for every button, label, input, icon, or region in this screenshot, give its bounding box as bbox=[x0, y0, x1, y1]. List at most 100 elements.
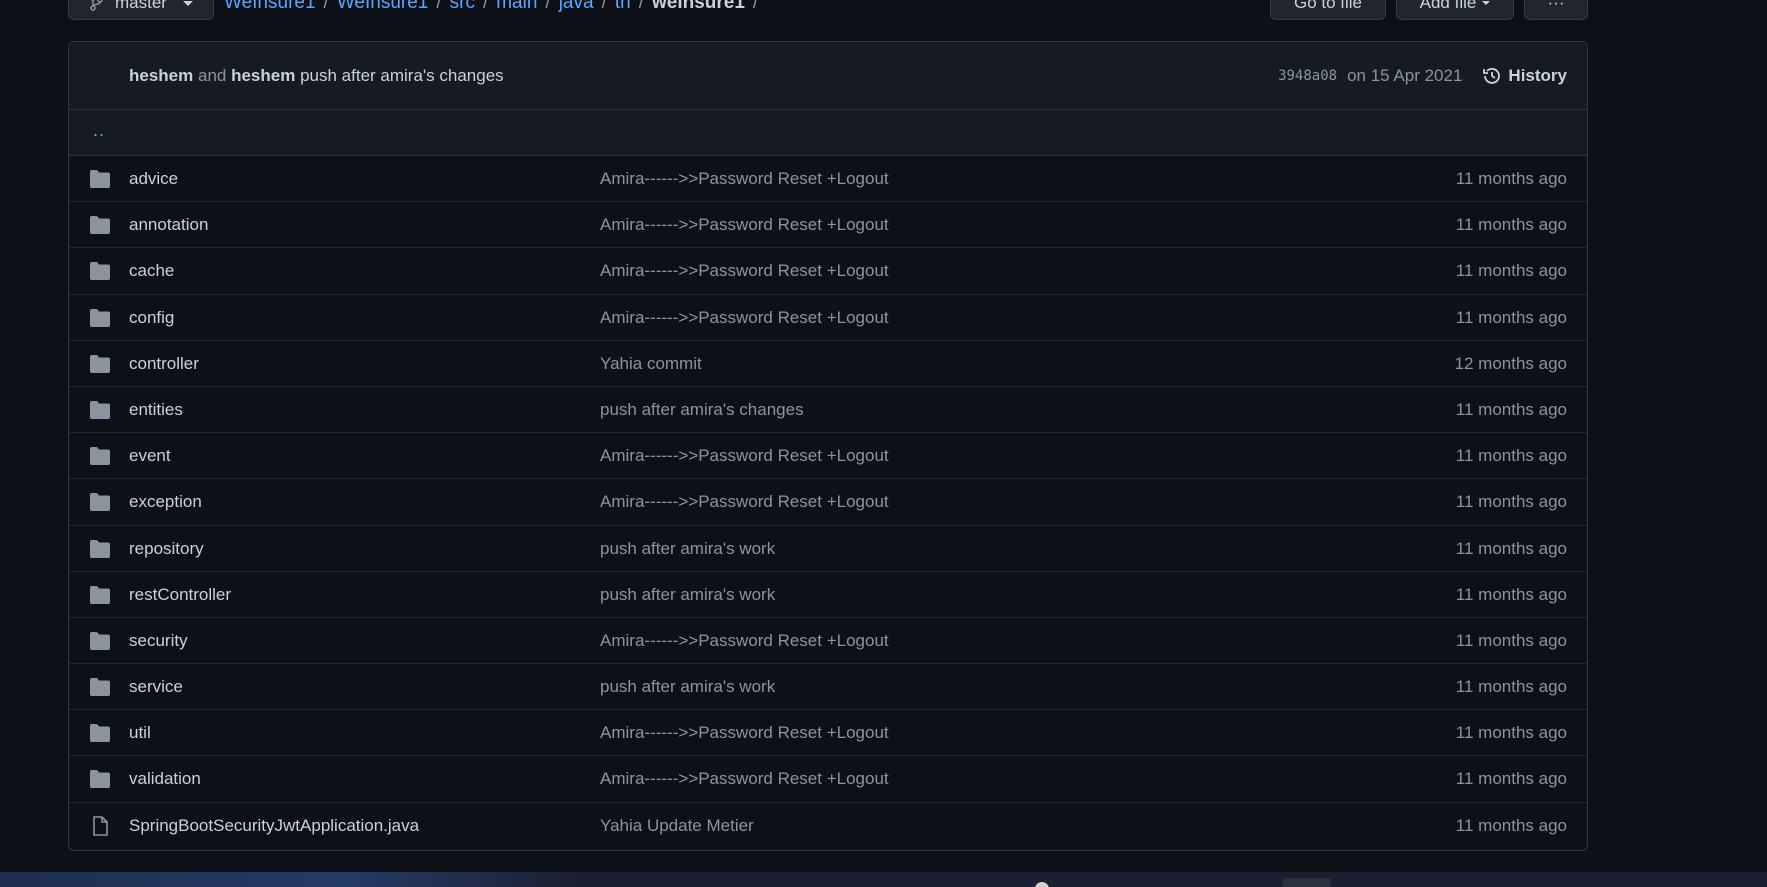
file-row[interactable]: advice Amira------>>Password Reset +Logou… bbox=[69, 156, 1587, 203]
chevron-down-icon bbox=[1482, 1, 1491, 5]
commit-message-link[interactable]: push after amira's changes bbox=[600, 400, 804, 420]
file-name-link[interactable]: validation bbox=[129, 769, 201, 789]
commit-author[interactable]: heshem bbox=[231, 66, 295, 85]
file-name-link[interactable]: service bbox=[129, 677, 183, 697]
commit-age: 11 months ago bbox=[1455, 815, 1567, 835]
file-row[interactable]: exception Amira------>>Password Reset +Lo… bbox=[69, 479, 1587, 526]
commit-age: 11 months ago bbox=[1455, 538, 1567, 558]
file-name-link[interactable]: annotation bbox=[129, 215, 208, 235]
file-row[interactable]: util Amira------>>Password Reset +Logout 1… bbox=[69, 710, 1587, 757]
breadcrumb-separator: / bbox=[482, 0, 489, 13]
commit-message-link[interactable]: push after amira's work bbox=[600, 585, 775, 605]
file-name-link[interactable]: exception bbox=[129, 492, 202, 512]
file-name-link[interactable]: cache bbox=[129, 261, 174, 281]
file-name-link[interactable]: entities bbox=[129, 400, 183, 420]
folder-icon bbox=[89, 261, 111, 281]
history-icon bbox=[1483, 68, 1501, 84]
commit-message-link[interactable]: Amira------>>Password Reset +Logout bbox=[600, 215, 889, 235]
file-name-link[interactable]: repository bbox=[129, 539, 204, 559]
file-row[interactable]: service push after amira's work 11 months … bbox=[69, 664, 1587, 711]
commit-message-link[interactable]: Yahia commit bbox=[600, 354, 702, 374]
add-file-button[interactable]: Add file bbox=[1396, 0, 1514, 20]
file-row[interactable]: validation Amira------>>Password Reset +L… bbox=[69, 756, 1587, 803]
repo-toolbar: master WeInsure1 / WeInsure1 / src / main / … bbox=[68, 0, 1588, 22]
taskbar-strip bbox=[0, 872, 1767, 887]
breadcrumb-item[interactable]: tn bbox=[615, 0, 631, 14]
breadcrumb-separator: / bbox=[545, 0, 551, 13]
breadcrumb-item[interactable]: java bbox=[559, 0, 594, 14]
taskbar-app-icon[interactable] bbox=[1035, 882, 1049, 887]
commit-message-link[interactable]: Amira------>>Password Reset +Logout bbox=[600, 492, 889, 512]
commit-age: 11 months ago bbox=[1455, 399, 1567, 419]
commit-message-link[interactable]: push after amira's work bbox=[600, 677, 775, 697]
commit-message-link[interactable]: push after amira's work bbox=[600, 539, 775, 559]
file-row[interactable]: entities push after amira's changes 11 mon… bbox=[69, 386, 1587, 434]
file-row[interactable]: event Amira------>>Password Reset +Logout… bbox=[69, 433, 1587, 480]
go-to-file-button[interactable]: Go to file bbox=[1270, 0, 1386, 20]
folder-icon bbox=[89, 585, 111, 605]
folder-icon bbox=[89, 400, 111, 420]
kebab-horizontal-icon: ··· bbox=[1547, 0, 1565, 12]
file-icon bbox=[89, 815, 111, 836]
file-name-link[interactable]: event bbox=[129, 446, 171, 466]
commit-meta: 3948a08 on 15 Apr 2021 History bbox=[1278, 66, 1567, 86]
commit-message-link[interactable]: Amira------>>Password Reset +Logout bbox=[600, 308, 889, 328]
file-row[interactable]: annotation Amira------>>Password Reset +L… bbox=[69, 202, 1587, 249]
folder-icon bbox=[89, 215, 111, 235]
file-name-link[interactable]: restController bbox=[129, 585, 231, 605]
commit-message-link[interactable]: Amira------>>Password Reset +Logout bbox=[600, 169, 889, 189]
commit-message-link[interactable]: Amira------>>Password Reset +Logout bbox=[600, 631, 889, 651]
breadcrumb-item[interactable]: WeInsure1 bbox=[224, 0, 316, 14]
branch-select-button[interactable]: master bbox=[68, 0, 214, 20]
commit-message-link[interactable]: Amira------>>Password Reset +Logout bbox=[600, 723, 889, 743]
breadcrumb-separator: / bbox=[323, 0, 329, 13]
commit-author[interactable]: heshem bbox=[129, 66, 193, 85]
commit-sha[interactable]: 3948a08 bbox=[1278, 68, 1337, 84]
file-row[interactable]: cache Amira------>>Password Reset +Logout… bbox=[69, 248, 1587, 295]
file-row[interactable]: restController push after amira's work 11 … bbox=[69, 571, 1587, 618]
folder-icon bbox=[89, 677, 111, 697]
file-list: advice Amira------>>Password Reset +Logou… bbox=[69, 156, 1587, 849]
commit-age: 11 months ago bbox=[1455, 492, 1567, 512]
file-name-link[interactable]: util bbox=[129, 723, 151, 743]
parent-directory-link[interactable]: .. bbox=[93, 120, 105, 141]
commit-message[interactable]: push after amira's changes bbox=[300, 66, 504, 85]
file-row[interactable]: SpringBootSecurityJwtApplication.java Yah… bbox=[69, 802, 1587, 849]
folder-icon bbox=[89, 492, 111, 512]
branch-label: master bbox=[115, 0, 167, 12]
commit-message-link[interactable]: Yahia Update Metier bbox=[600, 816, 754, 836]
file-row[interactable]: security Amira------>>Password Reset +Log… bbox=[69, 617, 1587, 665]
breadcrumb-item[interactable]: WeInsure1 bbox=[337, 0, 429, 14]
parent-directory-row[interactable]: .. bbox=[69, 110, 1587, 156]
breadcrumb-item[interactable]: main bbox=[496, 0, 537, 14]
breadcrumb-separator: / bbox=[436, 0, 442, 13]
file-row[interactable]: controller Yahia commit 12 months ago bbox=[69, 340, 1587, 387]
latest-commit-bar: heshem and heshem push after amira's cha… bbox=[69, 42, 1587, 110]
file-row[interactable]: config Amira------>>Password Reset +Logou… bbox=[69, 294, 1587, 341]
commit-age: 11 months ago bbox=[1455, 215, 1567, 235]
commit-message-link[interactable]: Amira------>>Password Reset +Logout bbox=[600, 769, 889, 789]
breadcrumb-separator: / bbox=[601, 0, 607, 13]
breadcrumb-separator: / bbox=[638, 0, 644, 13]
file-row[interactable]: repository push after amira's work 11 mont… bbox=[69, 525, 1587, 572]
file-name-link[interactable]: SpringBootSecurityJwtApplication.java bbox=[129, 816, 419, 836]
folder-icon bbox=[89, 446, 111, 466]
folder-icon bbox=[89, 631, 111, 651]
commit-age: 11 months ago bbox=[1455, 723, 1567, 743]
taskbar-app-icon[interactable] bbox=[1283, 878, 1331, 887]
folder-icon bbox=[89, 769, 111, 789]
breadcrumb-current: weinsure1 bbox=[651, 0, 745, 13]
commit-message-link[interactable]: Amira------>>Password Reset +Logout bbox=[600, 261, 889, 281]
file-name-link[interactable]: config bbox=[129, 308, 174, 328]
file-name-link[interactable]: advice bbox=[129, 169, 178, 189]
file-name-link[interactable]: security bbox=[129, 631, 188, 651]
file-name-link[interactable]: controller bbox=[129, 354, 199, 374]
more-options-button[interactable]: ··· bbox=[1524, 0, 1588, 20]
chevron-down-icon bbox=[182, 0, 193, 6]
history-link[interactable]: History bbox=[1482, 66, 1567, 86]
history-label: History bbox=[1508, 66, 1567, 85]
commit-age: 11 months ago bbox=[1455, 769, 1567, 789]
breadcrumb-item[interactable]: src bbox=[450, 0, 475, 14]
commit-message-link[interactable]: Amira------>>Password Reset +Logout bbox=[600, 446, 889, 466]
breadcrumb: WeInsure1 / WeInsure1 / src / main / java / t… bbox=[224, 0, 758, 14]
